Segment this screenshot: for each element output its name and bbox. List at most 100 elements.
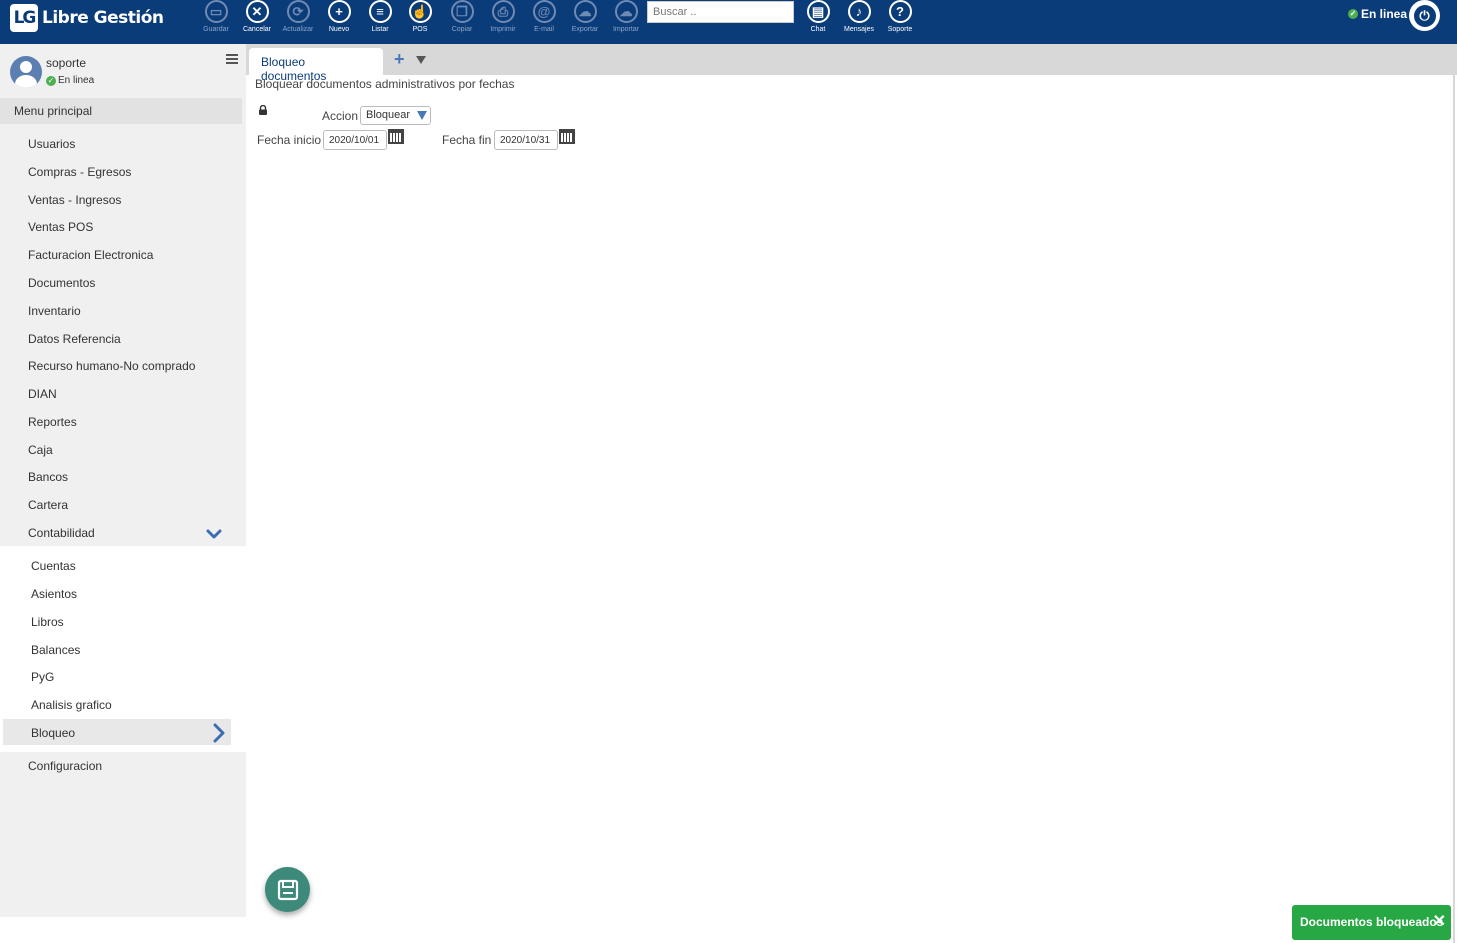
email-button[interactable]: @ E-mail <box>524 0 564 44</box>
listar-button[interactable]: ≡ Listar <box>360 0 400 44</box>
user-panel: soporte ✓ En linea <box>10 56 94 88</box>
listar-label: Listar <box>371 26 389 33</box>
cancelar-label: Cancelar <box>242 26 271 33</box>
copiar-label: Copiar <box>451 26 473 33</box>
sidebar-item-cartera[interactable]: Cartera <box>28 498 68 512</box>
guardar-label: Guardar <box>203 26 229 33</box>
importar-label: Importar <box>612 26 640 33</box>
fecha-inicio-input[interactable]: 2020/10/01 <box>323 130 387 150</box>
accion-select[interactable]: Bloquear <box>360 106 431 125</box>
chat-button[interactable]: ▤ Chat <box>798 0 838 44</box>
sidebar-item-recurso-humano[interactable]: Recurso humano-No comprado <box>28 359 195 373</box>
submenu-item-libros[interactable]: Libros <box>31 615 64 629</box>
search-input[interactable] <box>647 1 794 23</box>
email-label: E-mail <box>534 26 554 33</box>
fecha-inicio-label: Fecha inicio <box>257 133 322 147</box>
sidebar-item-datos-referencia[interactable]: Datos Referencia <box>28 332 121 346</box>
print-icon: ⎙ <box>491 0 515 23</box>
sidebar-item-facturacion[interactable]: Facturacion Electronica <box>28 248 153 262</box>
top-navbar: LG Libre Gestión ▭ Guardar ✕ Cancelar ⟳ … <box>0 0 1457 44</box>
online-status-label: En linea <box>1361 7 1408 21</box>
chat-icon: ▤ <box>806 0 830 23</box>
toast-message: Documentos bloqueados <box>1300 915 1444 929</box>
actualizar-button[interactable]: ⟳ Actualizar <box>278 0 318 44</box>
logo-mark: LG <box>10 4 38 32</box>
sidebar-item-caja[interactable]: Caja <box>28 443 53 457</box>
sidebar-item-ventas[interactable]: Ventas - Ingresos <box>28 193 121 207</box>
refresh-icon: ⟳ <box>286 0 310 23</box>
sidebar-item-contabilidad[interactable]: Contabilidad <box>28 526 95 540</box>
mensajes-label: Mensajes <box>844 26 874 33</box>
close-icon[interactable]: ✕ <box>1433 911 1446 931</box>
soporte-button[interactable]: ? Soporte <box>880 0 920 44</box>
sidebar-item-compras[interactable]: Compras - Egresos <box>28 165 131 179</box>
email-icon: @ <box>532 0 556 23</box>
bell-icon: ♪ <box>847 0 871 23</box>
accion-label: Accion <box>322 109 359 123</box>
exportar-button[interactable]: ☁ Exportar <box>565 0 605 44</box>
help-icon: ? <box>888 0 912 23</box>
close-icon: ✕ <box>245 0 269 23</box>
chevron-right-icon[interactable] <box>212 723 226 743</box>
hamburger-icon[interactable] <box>226 54 238 66</box>
sidebar-item-dian[interactable]: DIAN <box>28 387 57 401</box>
submenu-item-balances[interactable]: Balances <box>31 643 80 657</box>
sidebar-item-inventario[interactable]: Inventario <box>28 304 81 318</box>
pos-button[interactable]: ☝ POS <box>400 0 440 44</box>
lock-icon <box>259 105 267 115</box>
sidebar: soporte ✓ En linea Menu principal Usuari… <box>0 44 246 917</box>
mensajes-button[interactable]: ♪ Mensajes <box>839 0 879 44</box>
calendar-icon[interactable] <box>388 129 404 144</box>
list-icon: ≡ <box>368 0 392 23</box>
sidebar-item-documentos[interactable]: Documentos <box>28 276 95 290</box>
add-tab-icon[interactable]: + <box>394 49 405 70</box>
guardar-button[interactable]: ▭ Guardar <box>196 0 236 44</box>
check-icon: ✓ <box>1348 9 1358 19</box>
submenu-item-cuentas[interactable]: Cuentas <box>31 559 76 573</box>
sidebar-item-bancos[interactable]: Bancos <box>28 470 68 484</box>
calendar-icon[interactable] <box>559 129 575 144</box>
content-right-border <box>1453 75 1455 943</box>
nuevo-label: Nuevo <box>328 26 350 33</box>
tab-bloqueo-documentos[interactable]: Bloqueo documentos <box>249 48 383 83</box>
user-status: ✓ En linea <box>46 75 94 86</box>
copiar-button[interactable]: ❐ Copiar <box>442 0 482 44</box>
sidebar-item-reportes[interactable]: Reportes <box>28 415 77 429</box>
sidebar-item-ventas-pos[interactable]: Ventas POS <box>28 220 93 234</box>
importar-button[interactable]: ☁ Importar <box>606 0 646 44</box>
cloud-download-icon: ☁ <box>614 0 638 23</box>
cancelar-button[interactable]: ✕ Cancelar <box>237 0 277 44</box>
exportar-label: Exportar <box>571 26 599 33</box>
imprimir-label: Imprimir <box>490 26 516 33</box>
submenu-item-bloqueo[interactable]: Bloqueo <box>31 726 75 740</box>
avatar <box>10 56 42 88</box>
fecha-fin-input[interactable]: 2020/10/31 <box>494 130 558 150</box>
app-logo[interactable]: LG Libre Gestión <box>10 4 164 32</box>
hand-pointer-icon: ☝ <box>408 0 432 23</box>
menu-principal-header[interactable]: Menu principal <box>0 98 242 124</box>
cloud-upload-icon: ☁ <box>573 0 597 23</box>
check-icon: ✓ <box>46 75 56 86</box>
accion-select-value: Bloquear <box>366 109 411 121</box>
sidebar-item-usuarios[interactable]: Usuarios <box>28 137 75 151</box>
success-toast: Documentos bloqueados ✕ <box>1292 905 1451 940</box>
dropdown-arrow-icon <box>417 111 427 120</box>
nuevo-button[interactable]: + Nuevo <box>319 0 359 44</box>
pos-label: POS <box>412 26 428 33</box>
chat-label: Chat <box>810 26 826 33</box>
submenu-item-analisis-grafico[interactable]: Analisis grafico <box>31 698 112 712</box>
plus-icon: + <box>327 0 351 23</box>
page-subtitle: Bloquear documentos administrativos por … <box>255 77 515 91</box>
tab-menu-caret-icon[interactable] <box>416 56 426 64</box>
sidebar-item-configuracion[interactable]: Configuracion <box>28 759 102 773</box>
user-name: soporte <box>46 56 87 70</box>
logout-button[interactable]: ⏻ <box>1409 0 1440 31</box>
save-fab-button[interactable] <box>265 867 310 912</box>
user-status-label: En linea <box>58 75 95 86</box>
chevron-down-icon[interactable] <box>206 526 222 542</box>
submenu-item-asientos[interactable]: Asientos <box>31 587 77 601</box>
power-icon: ⏻ <box>1413 4 1436 27</box>
fecha-fin-label: Fecha fin <box>442 133 492 147</box>
submenu-item-pyg[interactable]: PyG <box>31 670 54 684</box>
imprimir-button[interactable]: ⎙ Imprimir <box>483 0 523 44</box>
